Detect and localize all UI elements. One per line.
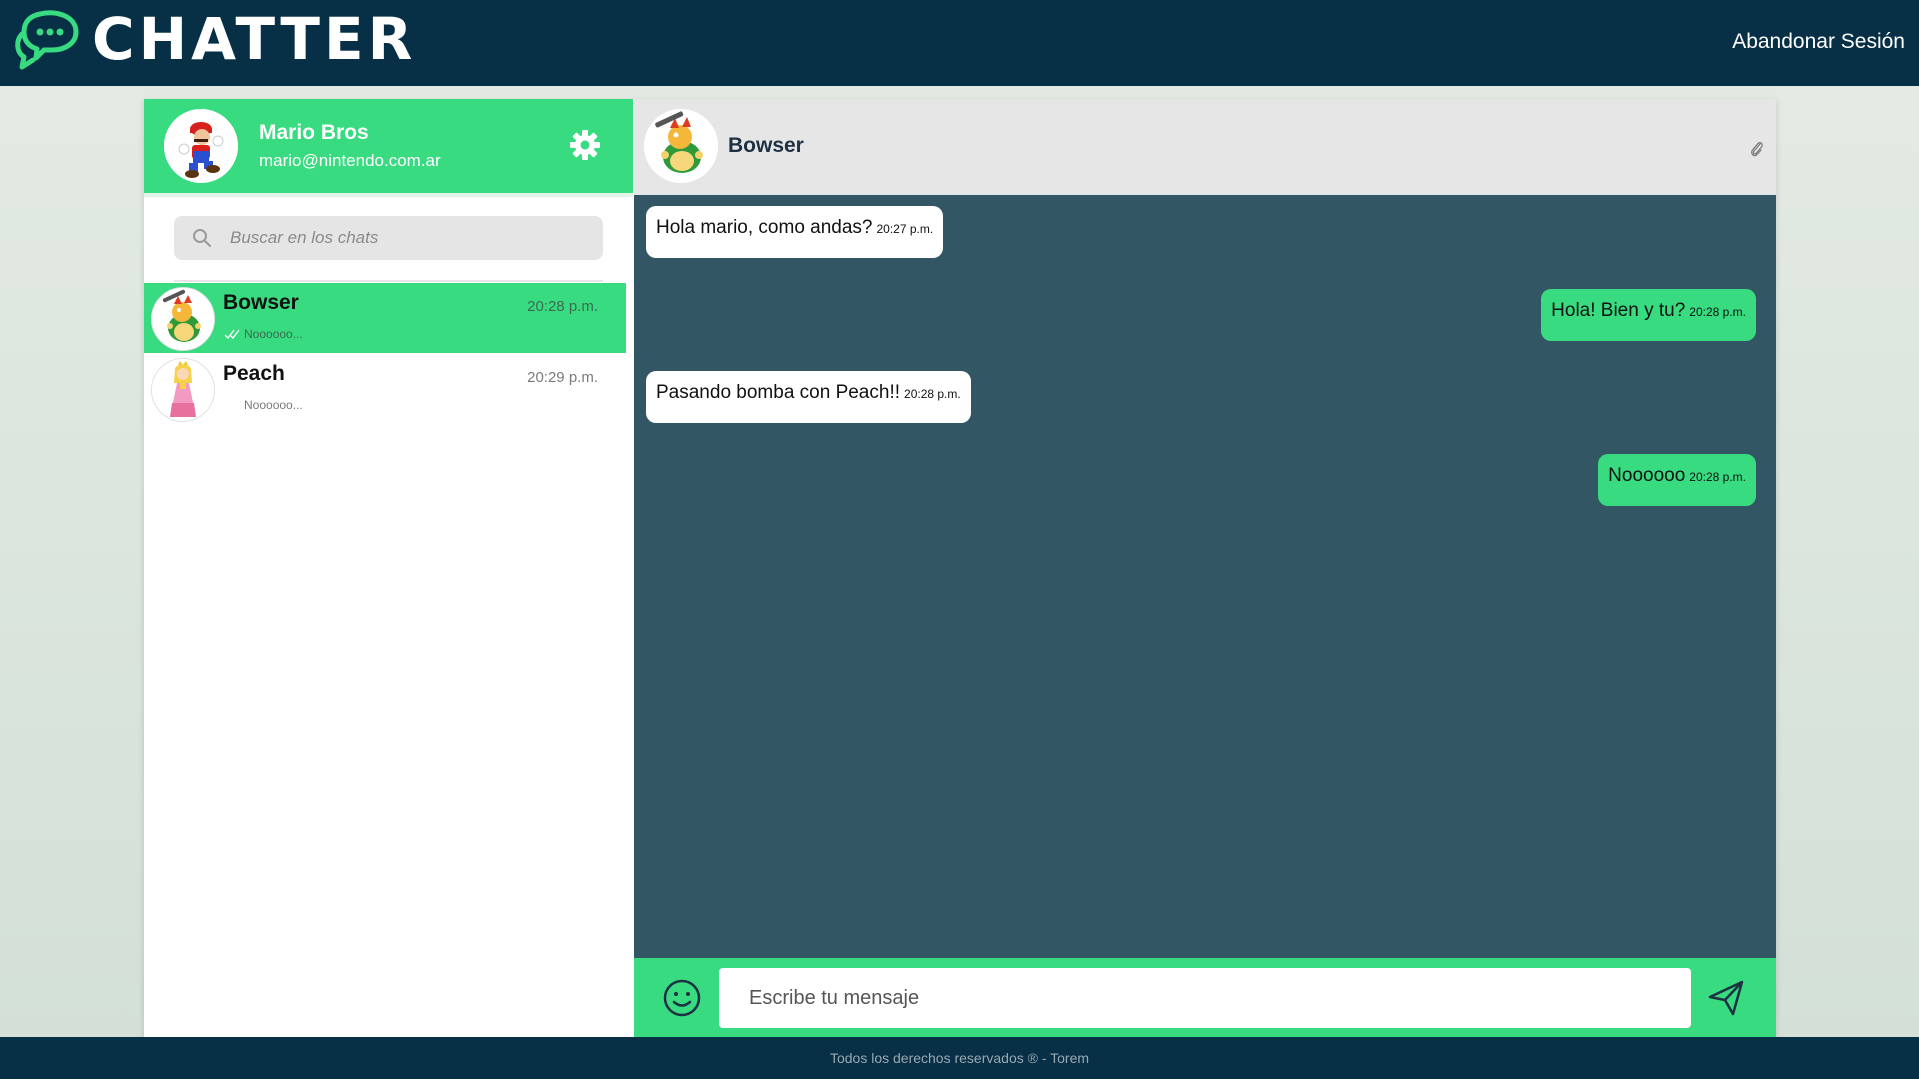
message-bubble-outgoing: Hola! Bien y tu? 20:28 p.m. [1541,289,1756,341]
profile-divider [144,193,633,197]
paperclip-icon[interactable] [1750,139,1764,159]
bowser-avatar-image [644,109,718,183]
message-time: 20:28 p.m. [1689,305,1746,319]
chat-list-item-bowser[interactable]: Bowser 20:28 p.m. Noooooo... [144,283,626,353]
search-icon [193,229,211,247]
last-message-preview: Noooooo... [244,398,303,412]
chat-timestamp: 20:29 p.m. [527,369,598,386]
last-message-preview: Noooooo... [244,327,303,341]
search-input[interactable] [230,216,590,260]
logout-link[interactable]: Abandonar Sesión [1732,30,1905,54]
message-bubble-incoming: Pasando bomba con Peach!! 20:28 p.m. [646,371,971,423]
contact-name: Peach [223,362,285,385]
chat-search-box[interactable] [174,216,603,260]
user-profile-header: Mario Bros mario@nintendo.com.ar [144,99,633,193]
bowser-avatar-image [152,288,214,350]
peach-avatar-image [152,359,214,421]
contact-avatar[interactable] [644,109,718,183]
top-navbar: CHATTER Abandonar Sesión [0,0,1919,86]
user-avatar[interactable] [164,109,238,183]
contact-name: Bowser [223,291,299,314]
message-composer [634,958,1776,1037]
message-time: 20:27 p.m. [876,222,934,236]
emoji-icon[interactable] [662,978,702,1018]
message-text: Hola mario, como andas? [656,217,873,238]
chat-app: Mario Bros mario@nintendo.com.ar Buscar … [144,99,1776,1037]
footer-text: Todos los derechos reservados ® - Torem [829,1050,1090,1066]
message-text: Noooooo [1608,465,1686,486]
chat-list-item-peach[interactable]: Peach 20:29 p.m. Noooooo... [144,354,626,424]
message-input[interactable] [719,968,1691,1028]
conversation-header: Bowser [634,99,1776,195]
double-check-icon [224,329,240,339]
chat-timestamp: 20:28 p.m. [527,298,598,315]
conversation-contact-name: Bowser [728,134,804,157]
mario-avatar-image [164,109,238,183]
send-icon[interactable] [1706,978,1746,1018]
message-time: 20:28 p.m. [1689,470,1746,484]
message-text: Hola! Bien y tu? [1551,300,1686,321]
contact-avatar [151,358,215,422]
message-bubble-incoming: Hola mario, como andas? 20:27 p.m. [646,206,944,258]
chat-bubbles-icon [15,10,79,70]
conversation-panel: Bowser Hola mario, como andas? 20:27 p.m.… [634,99,1776,1037]
page-footer: Todos los derechos reservados ® - Torem [0,1037,1919,1079]
message-bubble-outgoing: Noooooo 20:28 p.m. [1598,454,1756,506]
app-logo[interactable]: CHATTER [14,8,416,70]
contact-avatar [151,287,215,351]
user-email: mario@nintendo.com.ar [259,151,441,170]
user-name: Mario Bros [259,121,369,144]
gear-icon[interactable] [569,129,601,161]
search-separator [174,280,603,282]
chat-sidebar: Mario Bros mario@nintendo.com.ar Buscar … [144,99,633,1037]
message-time: 20:28 p.m. [904,387,961,401]
message-text: Pasando bomba con Peach!! [656,382,901,403]
app-logo-text: CHATTER [92,5,417,73]
